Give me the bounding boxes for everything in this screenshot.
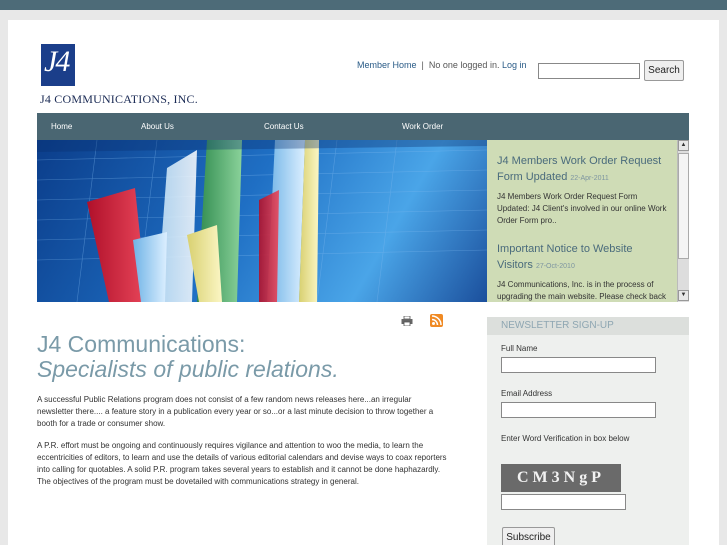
main-nav: Home About Us Contact Us Work Order — [37, 113, 689, 140]
subscribe-button[interactable]: Subscribe — [502, 527, 555, 545]
full-name-label: Full Name — [501, 344, 538, 353]
email-label: Email Address — [501, 389, 553, 398]
verify-label: Enter Word Verification in box below — [501, 434, 630, 443]
page-container: J4 J4 COMMUNICATIONS, INC. Member Home |… — [8, 20, 719, 545]
nav-work-order[interactable]: Work Order — [402, 113, 443, 140]
news-date: 27-Oct-2010 — [535, 263, 575, 270]
scroll-up-icon[interactable]: ▲ — [678, 140, 689, 151]
news-body: J4 Communications, Inc. is in the proces… — [497, 280, 666, 301]
top-bar — [0, 0, 727, 10]
banner-graphic — [37, 140, 487, 302]
hero-banner — [37, 140, 487, 302]
logo-mark-text: J4 — [44, 45, 70, 78]
search-button[interactable]: Search — [644, 60, 684, 81]
member-separator: | — [421, 60, 424, 70]
body-paragraph: A P.R. effort must be ongoing and contin… — [37, 441, 447, 486]
company-name: J4 COMMUNICATIONS, INC. — [40, 92, 198, 106]
news-title[interactable]: Important Notice to Website Visitors 27-… — [497, 241, 667, 275]
newsletter-title: NEWSLETTER SIGN-UP — [487, 317, 689, 335]
captcha-image: CM3NgP — [501, 464, 621, 492]
news-scrollbar[interactable]: ▲ ▼ — [677, 140, 689, 302]
login-link[interactable]: Log in — [502, 60, 527, 70]
login-status: No one logged in. — [428, 60, 500, 70]
heading-line-1: J4 Communications: — [37, 331, 246, 357]
email-field[interactable] — [501, 402, 656, 418]
news-item: Important Notice to Website Visitors 27-… — [487, 241, 677, 302]
newsletter-panel: NEWSLETTER SIGN-UP Full Name Email Addre… — [487, 317, 689, 545]
full-name-field[interactable] — [501, 357, 656, 373]
rss-icon[interactable] — [430, 314, 443, 327]
member-home-link[interactable]: Member Home — [357, 60, 417, 70]
logo-mark: J4 — [41, 44, 75, 86]
member-bar: Member Home | No one logged in. Log in — [357, 60, 527, 70]
scroll-thumb[interactable] — [678, 153, 689, 259]
intro-paragraph: A successful Public Relations program do… — [37, 395, 434, 428]
news-body: J4 Members Work Order Request Form Updat… — [497, 192, 667, 225]
print-icon[interactable] — [401, 316, 413, 326]
verification-field[interactable] — [501, 494, 626, 510]
nav-home[interactable]: Home — [51, 113, 72, 140]
company-logo[interactable]: J4 J4 COMMUNICATIONS, INC. — [37, 44, 198, 106]
nav-about-us[interactable]: About Us — [141, 113, 174, 140]
news-panel: J4 Members Work Order Request Form Updat… — [487, 140, 677, 302]
scroll-down-icon[interactable]: ▼ — [678, 290, 689, 301]
page-heading: J4 Communications: Specialists of public… — [37, 332, 339, 382]
news-title[interactable]: J4 Members Work Order Request Form Updat… — [497, 153, 667, 187]
heading-line-2: Specialists of public relations. — [37, 356, 339, 382]
search-input[interactable] — [538, 63, 640, 79]
news-item: J4 Members Work Order Request Form Updat… — [487, 153, 677, 227]
nav-contact-us[interactable]: Contact Us — [264, 113, 304, 140]
news-date: 22-Apr-2011 — [570, 175, 609, 182]
